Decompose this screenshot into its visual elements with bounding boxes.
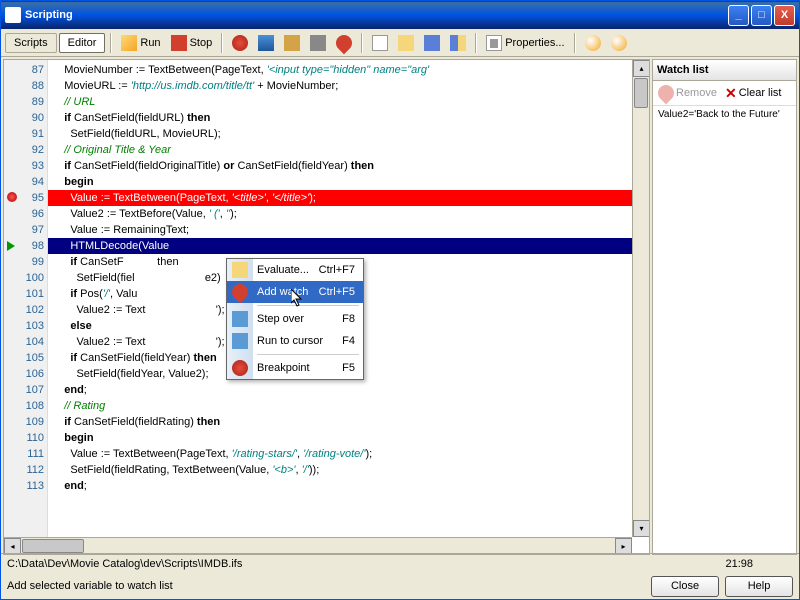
- watch-button[interactable]: [332, 33, 356, 53]
- new-button[interactable]: [368, 33, 392, 53]
- clipboard-icon: [284, 35, 300, 51]
- status-position: 21:98: [685, 558, 793, 570]
- watch-title: Watch list: [653, 60, 796, 81]
- properties-icon: [486, 35, 502, 51]
- run-icon: [121, 35, 137, 51]
- remove-icon: [655, 82, 678, 105]
- watch-item[interactable]: Value2='Back to the Future': [653, 106, 796, 123]
- properties-button[interactable]: Properties...: [482, 33, 568, 53]
- tab-editor[interactable]: Editor: [59, 33, 106, 53]
- breakpoint-icon: [232, 35, 248, 51]
- save-button[interactable]: [420, 33, 444, 53]
- step-over-icon: [232, 311, 248, 327]
- new-icon: [372, 35, 388, 51]
- clear-icon: ✕: [725, 86, 737, 100]
- stop-icon: [171, 35, 187, 51]
- saveas-icon: [450, 35, 466, 51]
- menu-evaluate[interactable]: Evaluate...Ctrl+F7: [227, 259, 363, 281]
- print-button[interactable]: [306, 33, 330, 53]
- current-line-arrow: [7, 241, 15, 251]
- close-window-button[interactable]: X: [774, 5, 795, 26]
- line-numbers: 8788899091929394959697989910010110210310…: [22, 60, 48, 494]
- tab-scripts[interactable]: Scripts: [5, 33, 57, 53]
- scroll-up-button[interactable]: ▴: [633, 60, 650, 77]
- clipboard-button[interactable]: [280, 33, 304, 53]
- saveas-button[interactable]: [446, 33, 470, 53]
- stop-button[interactable]: Stop: [167, 33, 217, 53]
- print-icon: [310, 35, 326, 51]
- context-menu: Evaluate...Ctrl+F7 Add watchCtrl+F5 Step…: [226, 258, 364, 380]
- close-button[interactable]: Close: [651, 576, 719, 597]
- bottom-bar: Add selected variable to watch list Clos…: [1, 573, 799, 599]
- minimize-button[interactable]: _: [728, 5, 749, 26]
- open-button[interactable]: [394, 33, 418, 53]
- vertical-scrollbar[interactable]: ▴ ▾: [632, 60, 649, 537]
- find-icon: [585, 35, 601, 51]
- help-button[interactable]: Help: [725, 576, 793, 597]
- run-button[interactable]: Run: [117, 33, 164, 53]
- mouse-cursor: [291, 289, 305, 309]
- horizontal-scrollbar[interactable]: ◂ ▸: [4, 537, 632, 554]
- menu-run-to-cursor[interactable]: Run to cursorF4: [227, 330, 363, 352]
- find-button[interactable]: [581, 33, 605, 53]
- app-icon: [5, 7, 21, 23]
- replace-button[interactable]: [607, 33, 631, 53]
- breakpoint-marker[interactable]: [7, 192, 17, 202]
- status-hint: Add selected variable to watch list: [7, 580, 645, 592]
- open-icon: [398, 35, 414, 51]
- save-icon: [424, 35, 440, 51]
- scripting-window: Scripting _ □ X Scripts Editor Run Stop …: [0, 0, 800, 600]
- run-to-cursor-icon: [232, 333, 248, 349]
- menu-breakpoint-icon: [232, 360, 248, 376]
- breakpoint-margin[interactable]: [4, 60, 22, 554]
- menu-step-over[interactable]: Step overF8: [227, 308, 363, 330]
- clear-watch-button[interactable]: ✕Clear list: [722, 83, 785, 103]
- menu-breakpoint[interactable]: BreakpointF5: [227, 357, 363, 379]
- replace-icon: [611, 35, 627, 51]
- remove-watch-button[interactable]: Remove: [655, 83, 720, 103]
- step-icon: [258, 35, 274, 51]
- add-watch-icon: [229, 281, 252, 304]
- status-path: C:\Data\Dev\Movie Catalog\dev\Scripts\IM…: [7, 558, 685, 570]
- breakpoint-button[interactable]: [228, 33, 252, 53]
- evaluate-icon: [232, 262, 248, 278]
- window-title: Scripting: [25, 9, 728, 21]
- step-button[interactable]: [254, 33, 278, 53]
- status-bar: C:\Data\Dev\Movie Catalog\dev\Scripts\IM…: [1, 553, 799, 573]
- toolbar: Scripts Editor Run Stop Properties...: [1, 29, 799, 57]
- pin-icon: [333, 31, 356, 54]
- watch-panel: Watch list Remove ✕Clear list Value2='Ba…: [652, 59, 797, 555]
- scroll-down-button[interactable]: ▾: [633, 520, 650, 537]
- title-bar[interactable]: Scripting _ □ X: [1, 1, 799, 29]
- maximize-button[interactable]: □: [751, 5, 772, 26]
